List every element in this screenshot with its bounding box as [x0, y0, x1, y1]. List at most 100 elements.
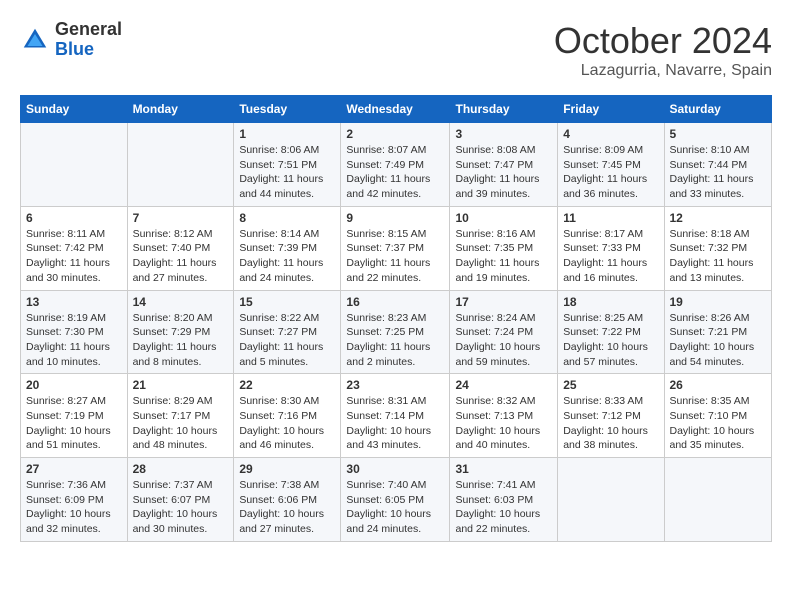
day-info: Sunrise: 8:25 AM Sunset: 7:22 PM Dayligh… [563, 311, 658, 370]
day-cell [664, 458, 772, 542]
title-block: October 2024 Lazagurria, Navarre, Spain [554, 20, 772, 80]
day-cell: 9 Sunrise: 8:15 AM Sunset: 7:37 PM Daylig… [341, 206, 450, 290]
day-number: 24 [455, 378, 552, 392]
day-info: Sunrise: 8:15 AM Sunset: 7:37 PM Dayligh… [346, 227, 444, 286]
day-info: Sunrise: 8:24 AM Sunset: 7:24 PM Dayligh… [455, 311, 552, 370]
day-cell: 14Sunrise: 8:20 AM Sunset: 7:29 PM Dayli… [127, 290, 234, 374]
day-cell: 28Sunrise: 7:37 AM Sunset: 6:07 PM Dayli… [127, 458, 234, 542]
day-info: Sunrise: 8:30 AM Sunset: 7:16 PM Dayligh… [239, 394, 335, 453]
day-info: Sunrise: 8:32 AM Sunset: 7:13 PM Dayligh… [455, 394, 552, 453]
day-info: Sunrise: 8:31 AM Sunset: 7:14 PM Dayligh… [346, 394, 444, 453]
day-cell: 31Sunrise: 7:41 AM Sunset: 6:03 PM Dayli… [450, 458, 558, 542]
day-cell: 13 Sunrise: 8:19 AM Sunset: 7:30 PM Dayli… [21, 290, 128, 374]
day-number: 17 [455, 295, 552, 309]
day-cell: 26 Sunrise: 8:35 AM Sunset: 7:10 PM Dayli… [664, 374, 772, 458]
day-info: Sunrise: 8:26 AM Sunset: 7:21 PM Dayligh… [670, 311, 767, 370]
day-number: 10 [455, 211, 552, 225]
day-info: Sunrise: 8:19 AM Sunset: 7:30 PM Dayligh… [26, 311, 122, 370]
day-cell: 3Sunrise: 8:08 AM Sunset: 7:47 PM Daylig… [450, 123, 558, 207]
day-number: 9 [346, 211, 444, 225]
day-cell: 19Sunrise: 8:26 AM Sunset: 7:21 PM Dayli… [664, 290, 772, 374]
day-header-friday: Friday [558, 96, 664, 123]
day-number: 1 [239, 127, 335, 141]
day-info: Sunrise: 7:36 AM Sunset: 6:09 PM Dayligh… [26, 478, 122, 537]
day-header-monday: Monday [127, 96, 234, 123]
day-info: Sunrise: 8:23 AM Sunset: 7:25 PM Dayligh… [346, 311, 444, 370]
page-header: General Blue October 2024 Lazagurria, Na… [20, 20, 772, 80]
week-row-5: 27Sunrise: 7:36 AM Sunset: 6:09 PM Dayli… [21, 458, 772, 542]
day-number: 2 [346, 127, 444, 141]
day-cell: 12 Sunrise: 8:18 AM Sunset: 7:32 PM Dayli… [664, 206, 772, 290]
day-cell: 16 Sunrise: 8:23 AM Sunset: 7:25 PM Dayli… [341, 290, 450, 374]
day-cell [558, 458, 664, 542]
day-info: Sunrise: 7:37 AM Sunset: 6:07 PM Dayligh… [133, 478, 229, 537]
day-number: 22 [239, 378, 335, 392]
day-number: 7 [133, 211, 229, 225]
day-number: 13 [26, 295, 122, 309]
day-cell: 24 Sunrise: 8:32 AM Sunset: 7:13 PM Dayli… [450, 374, 558, 458]
day-info: Sunrise: 8:20 AM Sunset: 7:29 PM Dayligh… [133, 311, 229, 370]
day-cell: 15 Sunrise: 8:22 AM Sunset: 7:27 PM Dayli… [234, 290, 341, 374]
day-header-saturday: Saturday [664, 96, 772, 123]
day-number: 6 [26, 211, 122, 225]
day-cell: 29Sunrise: 7:38 AM Sunset: 6:06 PM Dayli… [234, 458, 341, 542]
day-info: Sunrise: 8:22 AM Sunset: 7:27 PM Dayligh… [239, 311, 335, 370]
day-number: 5 [670, 127, 767, 141]
day-info: Sunrise: 8:16 AM Sunset: 7:35 PM Dayligh… [455, 227, 552, 286]
day-number: 25 [563, 378, 658, 392]
day-cell: 23Sunrise: 8:31 AM Sunset: 7:14 PM Dayli… [341, 374, 450, 458]
day-number: 18 [563, 295, 658, 309]
day-info: Sunrise: 8:29 AM Sunset: 7:17 PM Dayligh… [133, 394, 229, 453]
day-cell: 11Sunrise: 8:17 AM Sunset: 7:33 PM Dayli… [558, 206, 664, 290]
day-number: 3 [455, 127, 552, 141]
logo-general: General [55, 20, 122, 40]
day-info: Sunrise: 8:17 AM Sunset: 7:33 PM Dayligh… [563, 227, 658, 286]
day-number: 15 [239, 295, 335, 309]
logo-blue: Blue [55, 40, 122, 60]
day-cell: 20Sunrise: 8:27 AM Sunset: 7:19 PM Dayli… [21, 374, 128, 458]
week-row-4: 20Sunrise: 8:27 AM Sunset: 7:19 PM Dayli… [21, 374, 772, 458]
day-cell: 2Sunrise: 8:07 AM Sunset: 7:49 PM Daylig… [341, 123, 450, 207]
day-info: Sunrise: 7:41 AM Sunset: 6:03 PM Dayligh… [455, 478, 552, 537]
day-header-sunday: Sunday [21, 96, 128, 123]
day-cell: 6 Sunrise: 8:11 AM Sunset: 7:42 PM Daylig… [21, 206, 128, 290]
day-cell: 1 Sunrise: 8:06 AM Sunset: 7:51 PM Daylig… [234, 123, 341, 207]
week-row-1: 1 Sunrise: 8:06 AM Sunset: 7:51 PM Daylig… [21, 123, 772, 207]
day-number: 16 [346, 295, 444, 309]
day-number: 21 [133, 378, 229, 392]
day-cell: 17 Sunrise: 8:24 AM Sunset: 7:24 PM Dayli… [450, 290, 558, 374]
day-header-thursday: Thursday [450, 96, 558, 123]
day-cell: 22 Sunrise: 8:30 AM Sunset: 7:16 PM Dayli… [234, 374, 341, 458]
month-title: October 2024 [554, 20, 772, 62]
day-number: 30 [346, 462, 444, 476]
logo-icon [20, 25, 50, 55]
day-info: Sunrise: 8:11 AM Sunset: 7:42 PM Dayligh… [26, 227, 122, 286]
day-info: Sunrise: 8:35 AM Sunset: 7:10 PM Dayligh… [670, 394, 767, 453]
calendar-body: 1 Sunrise: 8:06 AM Sunset: 7:51 PM Daylig… [21, 123, 772, 542]
day-cell [127, 123, 234, 207]
day-cell: 8 Sunrise: 8:14 AM Sunset: 7:39 PM Daylig… [234, 206, 341, 290]
week-row-3: 13 Sunrise: 8:19 AM Sunset: 7:30 PM Dayli… [21, 290, 772, 374]
day-number: 8 [239, 211, 335, 225]
day-info: Sunrise: 8:33 AM Sunset: 7:12 PM Dayligh… [563, 394, 658, 453]
day-number: 29 [239, 462, 335, 476]
day-info: Sunrise: 8:06 AM Sunset: 7:51 PM Dayligh… [239, 143, 335, 202]
day-number: 12 [670, 211, 767, 225]
logo: General Blue [20, 20, 122, 60]
day-info: Sunrise: 8:09 AM Sunset: 7:45 PM Dayligh… [563, 143, 658, 202]
day-cell: 30 Sunrise: 7:40 AM Sunset: 6:05 PM Dayli… [341, 458, 450, 542]
day-cell: 10 Sunrise: 8:16 AM Sunset: 7:35 PM Dayli… [450, 206, 558, 290]
day-cell: 4 Sunrise: 8:09 AM Sunset: 7:45 PM Daylig… [558, 123, 664, 207]
day-cell: 7 Sunrise: 8:12 AM Sunset: 7:40 PM Daylig… [127, 206, 234, 290]
day-number: 26 [670, 378, 767, 392]
week-row-2: 6 Sunrise: 8:11 AM Sunset: 7:42 PM Daylig… [21, 206, 772, 290]
day-cell: 18 Sunrise: 8:25 AM Sunset: 7:22 PM Dayli… [558, 290, 664, 374]
day-cell: 25 Sunrise: 8:33 AM Sunset: 7:12 PM Dayli… [558, 374, 664, 458]
day-info: Sunrise: 8:14 AM Sunset: 7:39 PM Dayligh… [239, 227, 335, 286]
day-info: Sunrise: 7:40 AM Sunset: 6:05 PM Dayligh… [346, 478, 444, 537]
day-info: Sunrise: 8:12 AM Sunset: 7:40 PM Dayligh… [133, 227, 229, 286]
day-cell: 27Sunrise: 7:36 AM Sunset: 6:09 PM Dayli… [21, 458, 128, 542]
day-info: Sunrise: 8:18 AM Sunset: 7:32 PM Dayligh… [670, 227, 767, 286]
day-cell: 21 Sunrise: 8:29 AM Sunset: 7:17 PM Dayli… [127, 374, 234, 458]
day-number: 4 [563, 127, 658, 141]
